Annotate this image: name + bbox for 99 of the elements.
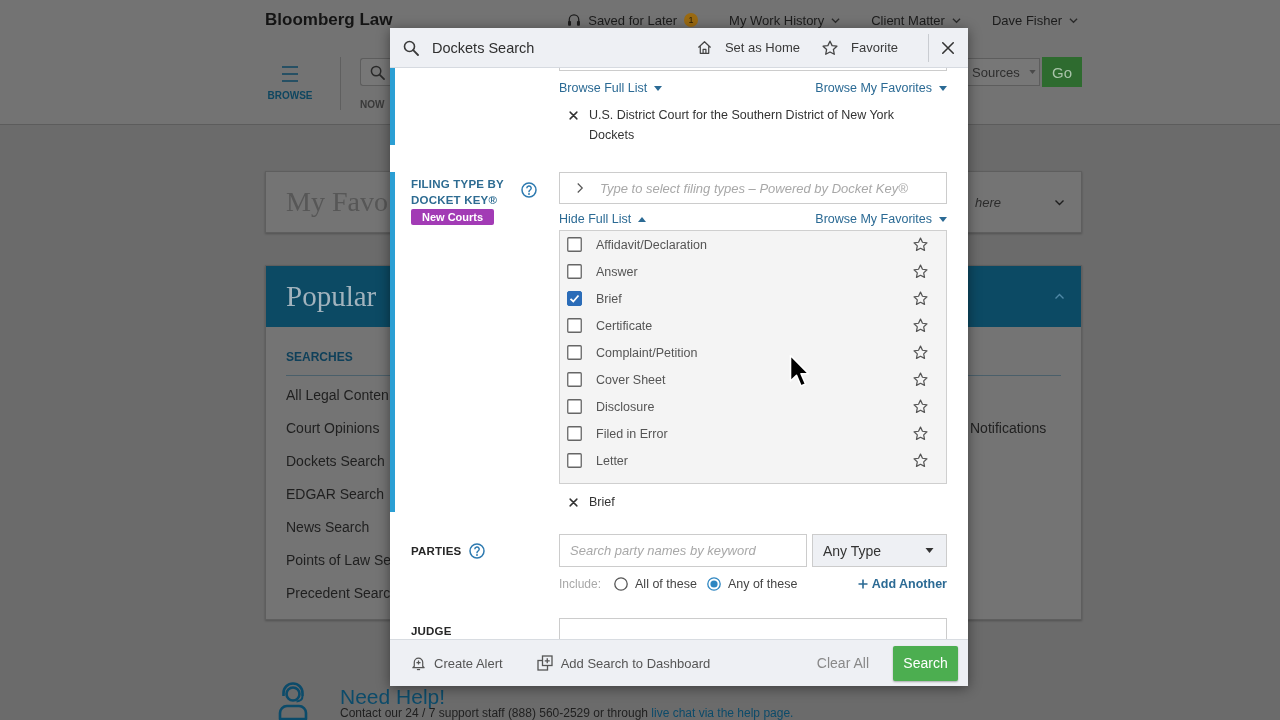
option-label[interactable]: Affidavit/Declaration [596, 237, 707, 252]
scope-label: NOW [360, 99, 386, 111]
search-icon [370, 64, 385, 80]
party-search-field[interactable]: Search party names by keyword [559, 534, 807, 567]
search-icon [403, 39, 419, 56]
checkbox[interactable] [567, 399, 582, 414]
option-label[interactable]: Cover Sheet [596, 372, 666, 387]
header-menu[interactable]: Client Matter [871, 12, 961, 28]
card-title: Popular [286, 280, 377, 313]
field-label: FILING TYPE BY DOCKET KEY® [411, 177, 505, 208]
count-badge: 1 [684, 13, 699, 27]
headphones-icon [567, 13, 582, 27]
add-square-icon [536, 655, 553, 671]
chevron-down-icon [1069, 16, 1078, 24]
star-icon[interactable] [913, 426, 928, 441]
option-label[interactable]: Filed in Error [596, 426, 668, 441]
court-field[interactable] [559, 68, 947, 71]
close-icon[interactable] [569, 111, 578, 120]
checkbox[interactable] [567, 453, 582, 468]
radio-label[interactable]: All of these [635, 577, 697, 591]
search-link[interactable]: Precedent Searc [286, 577, 391, 610]
favorite-button[interactable]: Favorite [822, 39, 898, 56]
star-icon [822, 39, 839, 56]
browse-link[interactable]: Browse Full List [559, 79, 663, 97]
browse-link[interactable]: Browse My Favorites [815, 79, 947, 97]
checkbox[interactable] [567, 237, 582, 252]
close-button[interactable] [941, 40, 955, 55]
checkbox[interactable] [567, 291, 582, 306]
bell-icon [411, 655, 426, 671]
search-link[interactable]: Dockets Search [286, 445, 385, 478]
sources-dropdown[interactable]: Sources [968, 58, 1040, 86]
chevron-down-icon[interactable] [1054, 198, 1065, 206]
selected-value: U.S. District Court for the Southern District of New York Dockets [589, 107, 895, 144]
header-menu[interactable]: Dave Fisher [991, 12, 1078, 28]
star-icon[interactable] [913, 291, 928, 306]
saved-for-later-link[interactable]: Saved for Later 1 [567, 12, 699, 28]
search-link[interactable]: All Legal Conten [286, 379, 389, 412]
search-link[interactable]: News Search [286, 511, 370, 544]
star-icon[interactable] [913, 372, 928, 387]
option-label[interactable]: Brief [596, 291, 622, 306]
checkbox[interactable] [567, 264, 582, 279]
chevron-up-icon[interactable] [1054, 293, 1065, 300]
help-heading: Need Help! [340, 687, 446, 707]
close-icon[interactable] [569, 498, 578, 507]
chevron-down-icon [831, 16, 841, 24]
set-as-home-button[interactable]: Set as Home [696, 40, 801, 55]
browse-link[interactable]: Hide Full List [559, 210, 647, 228]
add-another-link[interactable]: Add Another [857, 577, 947, 591]
star-icon[interactable] [913, 453, 928, 468]
dialog-title: Dockets Search [432, 39, 535, 56]
help-text: Contact our 24 / 7 support staff (888) 560-2529 or through live chat via the help page. [340, 707, 794, 720]
radio-button[interactable] [614, 577, 629, 591]
create-alert-button[interactable]: Create Alert [411, 655, 503, 671]
browse-link[interactable]: Browse My Favorites [815, 210, 947, 228]
include-label: Include: [559, 577, 602, 591]
option-label[interactable]: Certificate [596, 318, 653, 333]
checkbox[interactable] [567, 372, 582, 387]
hint-text: here [975, 194, 1002, 210]
section-heading: SEARCHES [286, 349, 353, 365]
star-icon[interactable] [913, 264, 928, 279]
filing-type-field[interactable]: Type to select filing types – Powered by Docket Key® [559, 172, 947, 204]
logo[interactable]: Bloomberg Law [265, 10, 393, 30]
home-icon [696, 40, 712, 55]
help-icon[interactable] [469, 542, 486, 559]
option-label[interactable]: Disclosure [596, 399, 655, 414]
star-icon[interactable] [913, 399, 928, 414]
close-icon [941, 40, 955, 55]
go-button[interactable]: Go [1042, 57, 1082, 87]
help-icon[interactable] [521, 182, 537, 198]
search-link[interactable]: Points of Law Se [286, 544, 392, 577]
search-link[interactable]: Court Opinions [286, 412, 380, 445]
option-label[interactable]: Complaint/Petition [596, 345, 698, 360]
search-link[interactable]: EDGAR Search [286, 478, 385, 511]
menu-icon [282, 66, 298, 82]
checkbox[interactable] [567, 318, 582, 333]
option-label[interactable]: Letter [596, 453, 628, 468]
header-menu[interactable]: My Work History [729, 12, 841, 28]
radio-button[interactable] [706, 577, 721, 591]
type-dropdown[interactable]: Any Type [812, 534, 947, 567]
chevron-down-icon [951, 16, 961, 24]
field-label: JUDGE [411, 624, 452, 639]
list-link[interactable]: Notifications [970, 412, 1047, 445]
selected-value: Brief [589, 494, 615, 511]
checkbox[interactable] [567, 345, 582, 360]
mouse-pointer-icon [789, 354, 810, 388]
clear-all-button[interactable]: Clear All [816, 655, 869, 671]
badge: New Courts [411, 209, 495, 225]
caret-icon [1028, 70, 1036, 74]
star-icon[interactable] [913, 345, 928, 360]
star-icon[interactable] [913, 237, 928, 252]
plus-icon [857, 579, 868, 589]
radio-label[interactable]: Any of these [727, 577, 798, 591]
star-icon[interactable] [913, 318, 928, 333]
caret-icon [925, 548, 934, 553]
add-to-dashboard-button[interactable]: Add Search to Dashboard [536, 655, 711, 671]
checkbox[interactable] [567, 426, 582, 441]
option-label[interactable]: Answer [596, 264, 638, 279]
field-label: PARTIES [411, 543, 462, 559]
search-field[interactable] [360, 58, 390, 86]
